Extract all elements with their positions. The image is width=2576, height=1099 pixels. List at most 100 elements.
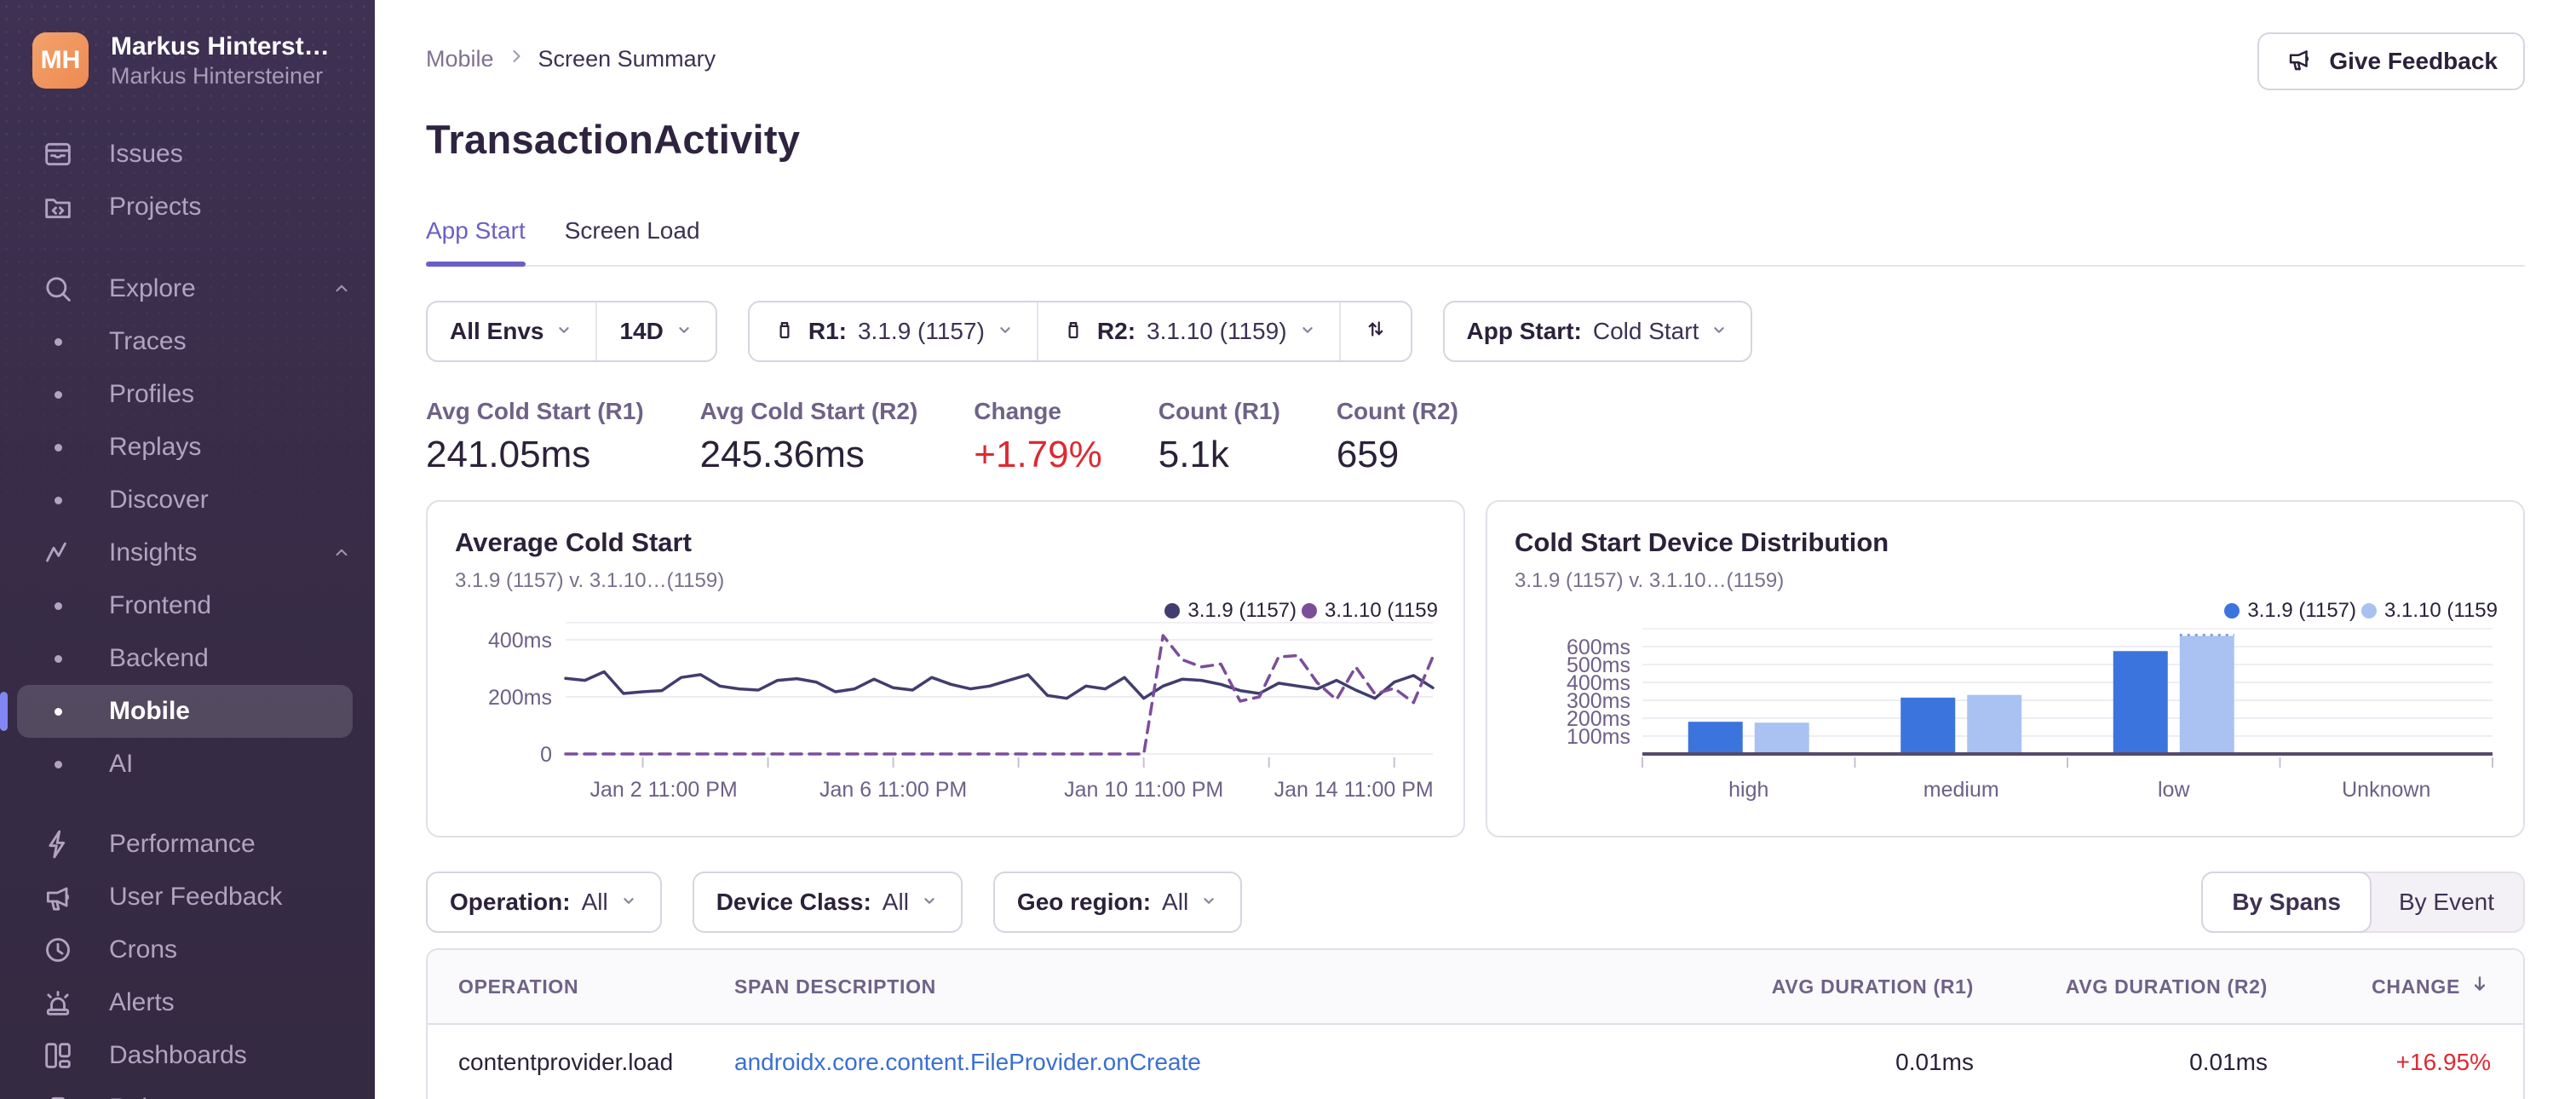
svg-text:high: high [1728,778,1768,802]
chevron-up-icon[interactable] [331,542,353,564]
sidebar-item-label: Mobile [109,697,190,725]
env-date-filter-group: All Envs 14D [426,301,717,362]
sidebar-item-performance[interactable]: Performance [0,818,375,871]
sidebar-item-dashboards[interactable]: Dashboards [0,1029,375,1082]
page-title: TransactionActivity [426,117,801,162]
sidebar-item-discover[interactable]: Discover [0,474,375,526]
span-description-link[interactable]: androidx.core.content.FileProvider.onCre… [734,1049,1201,1075]
column-header-operation[interactable]: OPERATION [428,975,734,998]
sidebar-item-label: Crons [109,935,178,964]
stat-change: Change +1.79% [974,398,1101,476]
swap-releases-button[interactable] [1338,302,1411,360]
svg-text:400ms: 400ms [488,629,552,653]
stat-value: 659 [1336,434,1400,475]
sidebar-item-traces[interactable]: Traces [0,315,375,368]
column-header-span-description[interactable]: SPAN DESCRIPTION [734,975,1684,998]
sidebar-item-user-feedback[interactable]: User Feedback [0,871,375,924]
sidebar-item-label: User Feedback [109,883,283,911]
sidebar-item-profiles[interactable]: Profiles [0,368,375,421]
chevron-up-icon[interactable] [331,278,353,300]
tab-app-start[interactable]: App Start [426,217,526,267]
megaphone-icon [2285,44,2314,79]
breadcrumb-parent[interactable]: Mobile [426,46,494,72]
sidebar-item-issues[interactable]: Issues [0,128,375,181]
sidebar-item-explore[interactable]: Explore [0,262,375,315]
svg-text:0: 0 [540,743,552,767]
megaphone-icon [41,880,75,914]
device-class-filter-group: Device Class: All [692,872,963,933]
stats-row: Avg Cold Start (R1) 241.05ms Avg Cold St… [426,398,2525,476]
column-header-change[interactable]: CHANGE [2268,973,2523,1000]
release-compare-group: R1: 3.1.9 (1157) R2: 3.1.10 (1159) [747,301,1412,362]
cell-avg-duration-r1: 0.01ms [1895,1049,1974,1075]
stat-value: 5.1k [1158,434,1229,475]
active-indicator [0,692,8,731]
device-class-filter[interactable]: Device Class: All [694,873,961,931]
geo-region-label: Geo region: [1016,889,1152,915]
svg-text:Jan 6 11:00 PM: Jan 6 11:00 PM [819,778,967,802]
release2-filter[interactable]: R2: 3.1.10 (1159) [1036,302,1339,360]
nav-divider [0,791,375,818]
bullet-icon [41,377,75,411]
geo-region-filter-group: Geo region: All [992,872,1243,933]
column-header-avg-duration-r1[interactable]: AVG DURATION (R1) [1684,975,1974,998]
sidebar-item-crons[interactable]: Crons [0,924,375,976]
chart-subtitle: 3.1.9 (1157) v. 3.1.10…(1159) [455,569,725,592]
sidebar-item-projects[interactable]: Projects [0,181,375,233]
environment-filter[interactable]: All Envs [428,302,595,360]
device-distribution-bar-chart: 600ms500ms400ms300ms200ms100mshigh medium… [1567,628,2493,802]
change-header-label: CHANGE [2372,975,2460,998]
sidebar-item-alerts[interactable]: Alerts [0,976,375,1029]
environment-value: All Envs [450,318,544,344]
stat-label: Count (R1) [1158,398,1280,424]
breadcrumb: Mobile Screen Summary [426,46,716,72]
operation-filter[interactable]: Operation: All [428,873,660,931]
release1-label: R1: [808,318,847,344]
sidebar-item-label: Replays [109,433,202,461]
sidebar-item-ai[interactable]: AI [0,738,375,791]
sidebar-item-label: AI [109,750,134,778]
give-feedback-button[interactable]: Give Feedback [2257,32,2525,90]
sidebar-item-insights[interactable]: Insights [0,526,375,579]
date-range-value: 14D [619,318,664,344]
app-start-type-filter[interactable]: App Start: Cold Start [1445,302,1751,360]
release1-filter[interactable]: R1: 3.1.9 (1157) [750,302,1037,360]
chevron-down-icon [619,889,638,916]
avatar-initials: MH [40,46,81,74]
user-menu[interactable]: MH Markus Hinterst… Markus Hintersteiner [0,24,375,97]
spans-table: OPERATION SPAN DESCRIPTION AVG DURATION … [426,948,2525,1099]
tab-screen-load[interactable]: Screen Load [565,217,700,265]
breadcrumb-current: Screen Summary [538,46,716,72]
bullet-icon [41,430,75,464]
by-spans-toggle[interactable]: By Spans [2201,872,2372,933]
sidebar-item-backend[interactable]: Backend [0,632,375,685]
bullet-icon [41,589,75,623]
sidebar-item-mobile[interactable]: Mobile [0,685,353,738]
bullet-icon [41,694,75,728]
stat-label: Change [974,398,1061,424]
operation-label: Operation: [450,889,571,915]
chevron-down-icon [996,318,1015,345]
device-class-label: Device Class: [716,889,871,915]
geo-region-filter[interactable]: Geo region: All [995,873,1240,931]
app-start-type-group: App Start: Cold Start [1442,301,1753,362]
sort-descending-icon [2469,973,2491,1000]
date-range-filter[interactable]: 14D [595,302,715,360]
svg-text:medium: medium [1923,778,1999,802]
sidebar-item-label: Insights [109,538,198,567]
stat-avg-cold-start-r2: Avg Cold Start (R2) 245.36ms [700,398,918,476]
svg-text:100ms: 100ms [1567,725,1630,749]
column-header-avg-duration-r2[interactable]: AVG DURATION (R2) [1974,975,2268,998]
stat-count-r2: Count (R2) 659 [1337,398,1458,476]
sidebar-item-replays[interactable]: Replays [0,421,375,474]
stat-label: Avg Cold Start (R1) [426,398,644,424]
sidebar-item-label: Issues [109,140,183,168]
sidebar-item-frontend[interactable]: Frontend [0,579,375,632]
stat-label: Count (R2) [1336,398,1458,424]
sidebar-item-releases[interactable]: Releases [0,1082,375,1099]
stat-value: 241.05ms [426,434,591,475]
by-event-toggle[interactable]: By Event [2370,873,2523,931]
cell-span-description: androidx.core.content.FileProvider.onCre… [734,1049,1684,1076]
issues-icon [41,137,75,171]
table-row[interactable]: contentprovider.load androidx.core.conte… [428,1025,2523,1099]
